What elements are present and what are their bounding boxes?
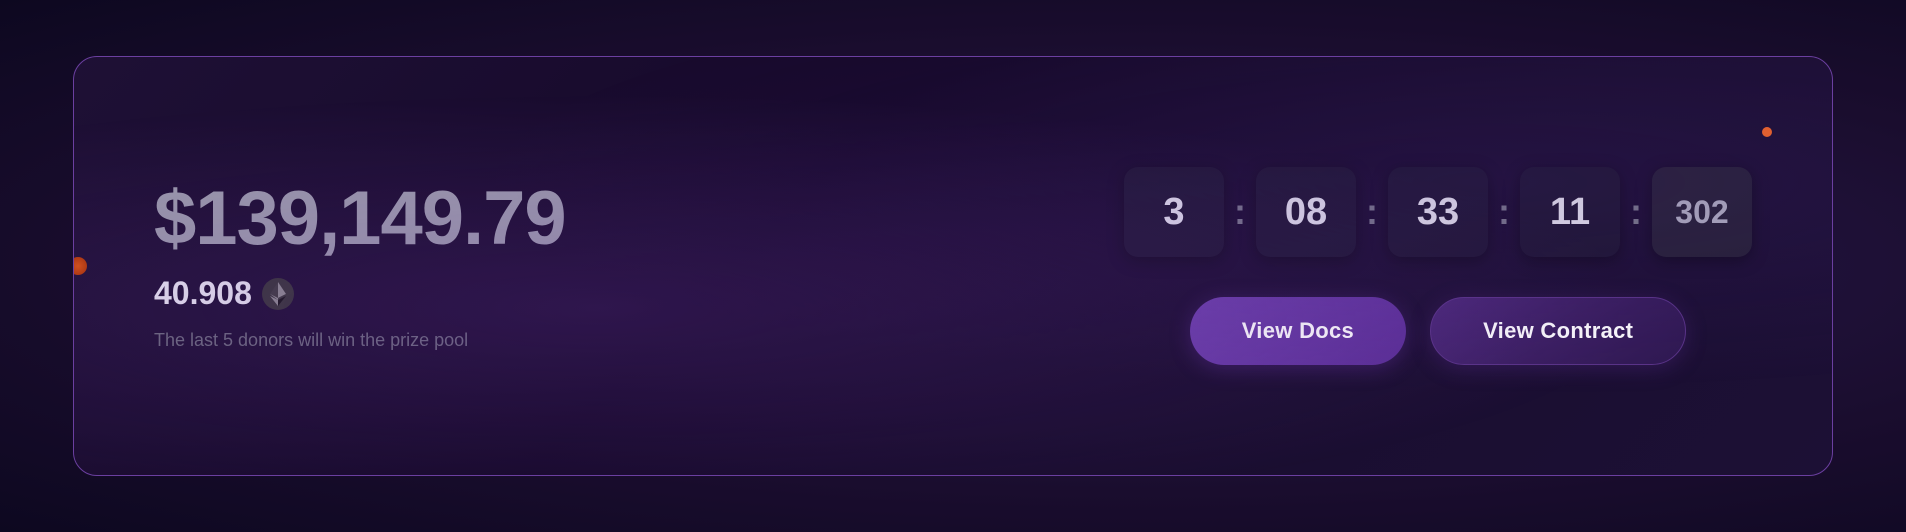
timer-milliseconds: 302 <box>1652 167 1752 257</box>
price-eth-container: 40.908 <box>154 275 566 312</box>
ethereum-icon <box>262 278 294 310</box>
timer-sep-1: : <box>1234 191 1246 233</box>
decorative-dot-left <box>73 257 87 275</box>
left-section: $139,149.79 40.908 The last 5 donors wil… <box>154 181 566 351</box>
timer-sep-3: : <box>1498 191 1510 233</box>
decorative-dot-top-right <box>1762 127 1772 137</box>
price-eth-value: 40.908 <box>154 275 252 312</box>
main-card: $139,149.79 40.908 The last 5 donors wil… <box>73 56 1833 476</box>
right-section: 3 : 08 : 33 : 11 : 302 View Docs View Co… <box>1124 167 1752 365</box>
timer-hours: 08 <box>1256 167 1356 257</box>
price-usd: $139,149.79 <box>154 181 566 257</box>
timer-seconds: 11 <box>1520 167 1620 257</box>
view-contract-button[interactable]: View Contract <box>1430 297 1686 365</box>
action-buttons: View Docs View Contract <box>1190 297 1687 365</box>
timer-days: 3 <box>1124 167 1224 257</box>
timer-sep-4: : <box>1630 191 1642 233</box>
timer-minutes: 33 <box>1388 167 1488 257</box>
countdown-timer: 3 : 08 : 33 : 11 : 302 <box>1124 167 1752 257</box>
description-text: The last 5 donors will win the prize poo… <box>154 330 566 351</box>
view-docs-button[interactable]: View Docs <box>1190 297 1406 365</box>
timer-sep-2: : <box>1366 191 1378 233</box>
